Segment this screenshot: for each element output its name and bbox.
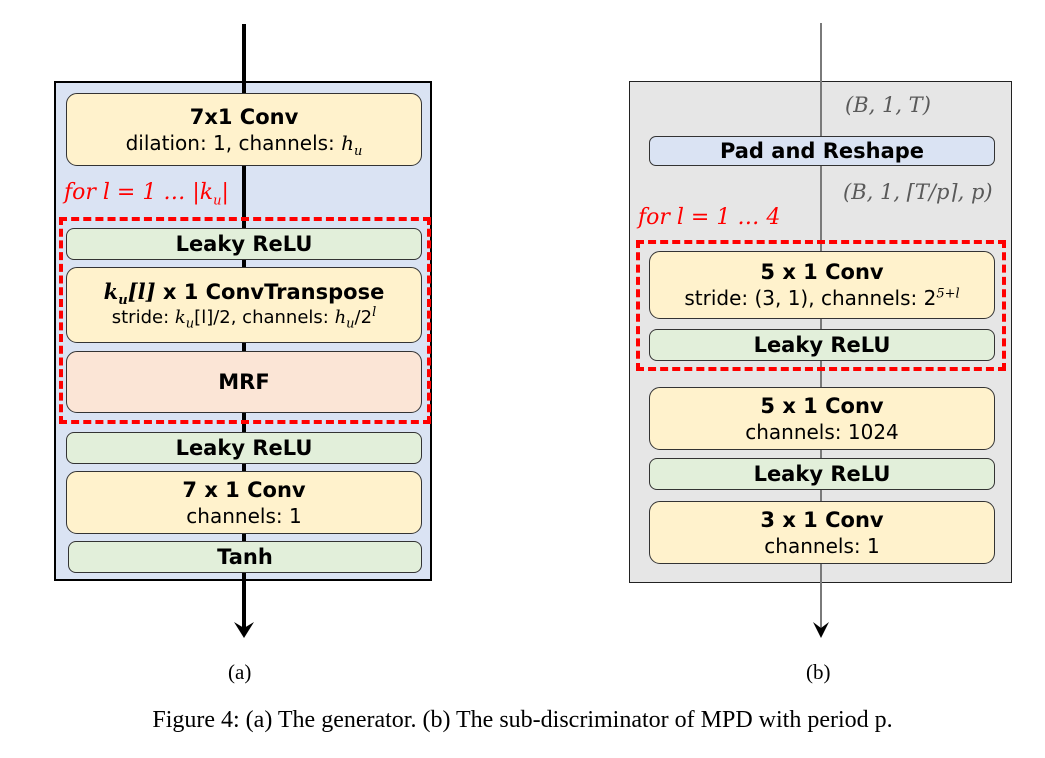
gen-leaky-relu-1: Leaky ReLU [66,228,422,260]
figure-caption: Figure 4: (a) The generator. (b) The sub… [152,707,893,733]
disc-reshaped-shape: (B, 1, ⌈T/p⌉, p) [843,180,993,204]
discriminator-output-arrow-icon [813,622,829,638]
gen-leaky-relu-1-label: Leaky ReLU [175,232,313,256]
gen-conv-out-block: 7 x 1 Conv channels: 1 [66,471,422,534]
disc-conv-loop-block: 5 x 1 Conv stride: (3, 1), channels: 25+… [649,251,995,319]
disc-conv-out-params: channels: 1 [764,533,880,558]
generator-sublabel: (a) [228,660,252,684]
gen-conv-in-title: 7x1 Conv [189,104,299,129]
gen-conv-in-block: 7x1 Conv dilation: 1, channels: hu [66,93,422,166]
gen-leaky-relu-2: Leaky ReLU [66,432,422,464]
discriminator-sublabel: (b) [806,660,831,684]
disc-loop-label: for l = 1 … 4 [638,205,781,230]
gen-loop-label: for l = 1 … |ku| [64,180,229,209]
disc-conv-out-block: 3 x 1 Conv channels: 1 [649,501,995,564]
disc-conv-out-title: 3 x 1 Conv [760,507,884,532]
disc-input-shape: (B, 1, T) [845,93,931,117]
disc-leaky-relu-1: Leaky ReLU [649,329,995,361]
gen-mrf-block: MRF [66,351,422,413]
disc-pad-reshape-block: Pad and Reshape [649,136,995,166]
disc-conv-loop-title: 5 x 1 Conv [760,260,884,284]
disc-leaky-relu-1-label: Leaky ReLU [753,333,891,357]
gen-convtranspose-block: ku[l] x 1 ConvTranspose stride: ku[l]/2,… [66,267,422,343]
disc-conv-1024-block: 5 x 1 Conv channels: 1024 [649,387,995,450]
gen-conv-out-params: channels: 1 [186,503,302,528]
gen-leaky-relu-2-label: Leaky ReLU [175,436,313,460]
gen-conv-in-params: dilation: 1, channels: hu [125,130,363,159]
disc-leaky-relu-2: Leaky ReLU [649,458,995,490]
gen-tanh-block: Tanh [68,541,422,573]
gen-convtranspose-title: ku[l] x 1 ConvTranspose [103,279,385,309]
gen-convtranspose-params: stride: ku[l]/2, channels: hu/2l [111,305,377,332]
disc-conv-1024-title: 5 x 1 Conv [760,393,884,418]
disc-conv-1024-params: channels: 1024 [745,419,899,444]
disc-pad-reshape-label: Pad and Reshape [719,139,925,163]
generator-output-arrow-icon [234,622,254,638]
disc-conv-loop-params: stride: (3, 1), channels: 25+l [684,286,960,310]
gen-mrf-label: MRF [218,370,270,394]
gen-tanh-label: Tanh [217,545,273,569]
disc-leaky-relu-2-label: Leaky ReLU [753,462,891,486]
gen-conv-out-title: 7 x 1 Conv [182,477,306,502]
